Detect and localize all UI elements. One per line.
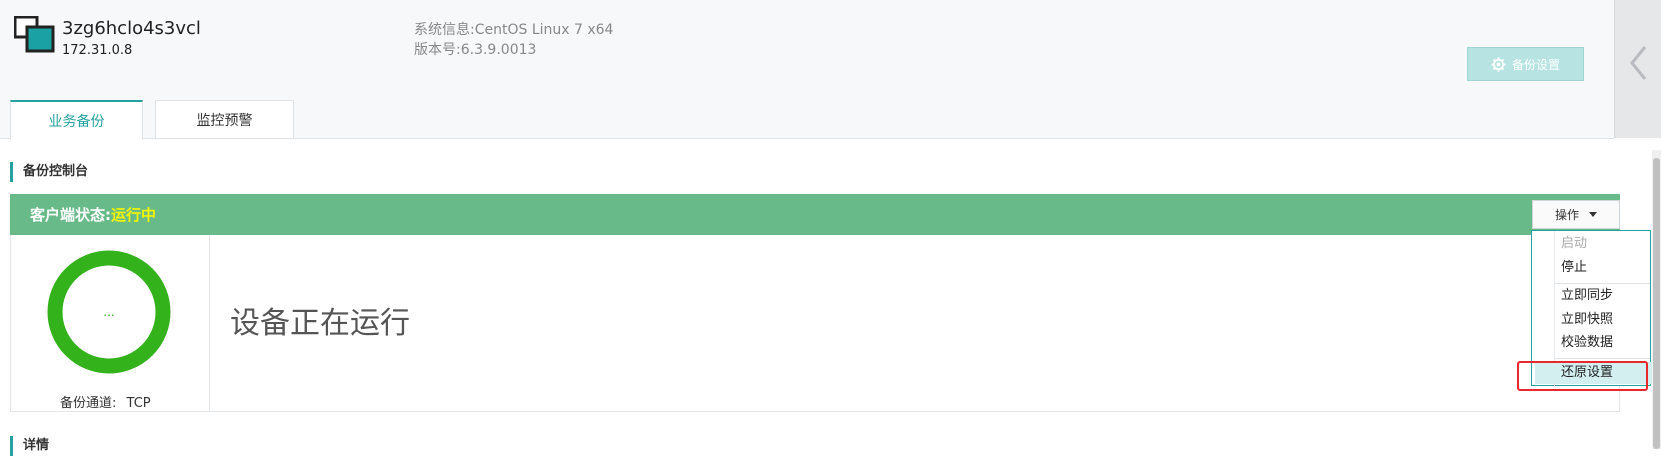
- chevron-left-icon[interactable]: [1628, 44, 1648, 82]
- operations-dropdown-button[interactable]: 操作: [1532, 200, 1620, 229]
- backup-channel: 备份通道: TCP: [60, 392, 151, 411]
- operations-menu: 启动 停止 立即同步 立即快照 校验数据 还原设置: [1531, 230, 1652, 387]
- system-info: 系统信息:CentOS Linux 7 x64: [414, 22, 614, 38]
- section-title-details: 详情: [10, 436, 49, 456]
- header-bar: 3zg6hclo4s3vcl 172.31.0.8 系统信息:CentOS Li…: [0, 0, 1614, 140]
- section-title-backup-console: 备份控制台: [10, 162, 88, 182]
- menu-separator: [1554, 283, 1650, 284]
- tab-monitoring-alert[interactable]: 监控预警: [155, 100, 294, 138]
- menu-item-restore-settings[interactable]: 还原设置: [1535, 362, 1652, 384]
- client-status-label: 客户端状态:: [30, 206, 111, 224]
- version-number: 版本号:6.3.9.0013: [414, 42, 537, 58]
- menu-item-sync-now[interactable]: 立即同步: [1555, 285, 1645, 307]
- status-ring: ...: [47, 250, 171, 374]
- menu-separator: [1554, 358, 1650, 359]
- host-ip: 172.31.0.8: [62, 43, 133, 58]
- menu-item-verify-data[interactable]: 校验数据: [1555, 332, 1645, 354]
- client-status-bar: 客户端状态:运行中: [10, 194, 1620, 235]
- client-status: 客户端状态:运行中: [30, 204, 156, 225]
- gear-icon: [1491, 56, 1506, 72]
- operations-label: 操作: [1554, 208, 1579, 222]
- side-collapse-panel: [1614, 0, 1661, 138]
- scrollbar-thumb[interactable]: [1653, 158, 1660, 449]
- menu-item-snapshot-now[interactable]: 立即快照: [1555, 309, 1645, 331]
- caret-down-icon: [1589, 212, 1597, 217]
- menu-item-stop[interactable]: 停止: [1555, 257, 1645, 279]
- backup-settings-button[interactable]: 备份设置: [1467, 47, 1584, 81]
- host-name: 3zg6hclo4s3vcl: [62, 18, 201, 39]
- menu-item-start[interactable]: 启动: [1555, 233, 1645, 255]
- host-icon: [14, 16, 55, 53]
- tab-business-backup[interactable]: 业务备份: [10, 100, 143, 140]
- ring-text: ...: [103, 305, 114, 319]
- backup-channel-label: 备份通道:: [60, 396, 117, 411]
- device-status-message: 设备正在运行: [230, 306, 410, 341]
- backup-settings-label: 备份设置: [1511, 57, 1560, 72]
- divider: [209, 235, 210, 412]
- client-status-value: 运行中: [111, 206, 157, 224]
- backup-channel-value: TCP: [126, 396, 151, 411]
